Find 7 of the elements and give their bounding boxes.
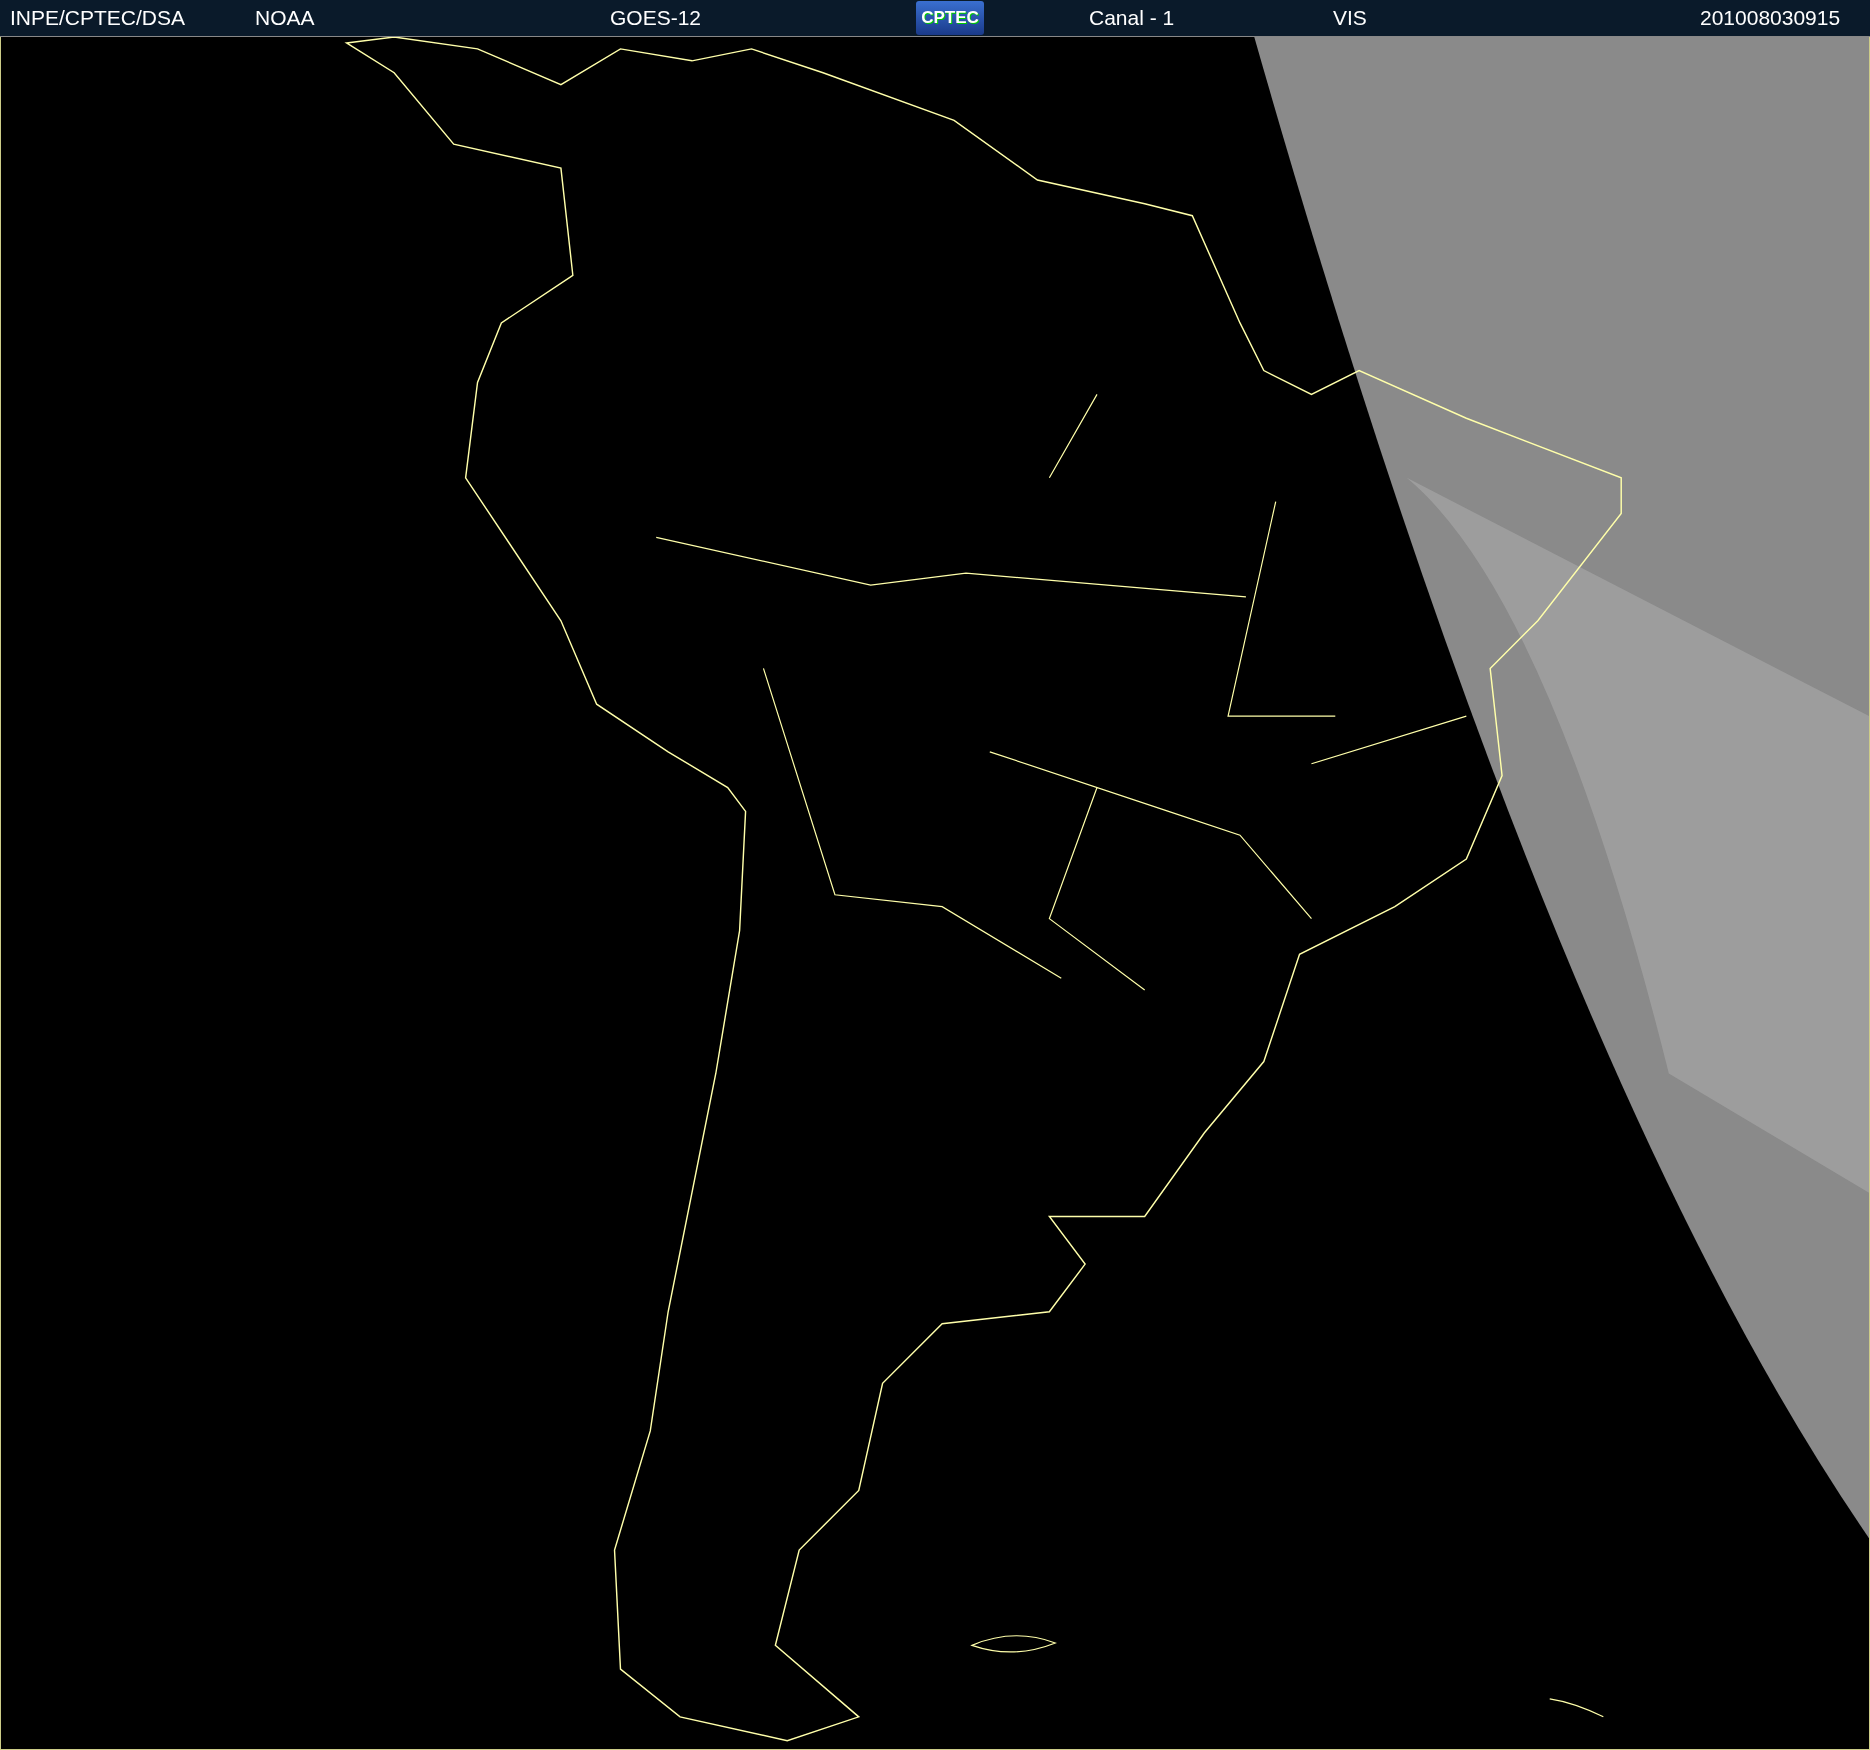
header-label: NOAA — [254, 6, 315, 30]
header-label: INPE/CPTEC/DSA — [9, 6, 186, 30]
header-label: 201008030915 — [1699, 6, 1841, 30]
header-label: Canal - 1 — [1088, 6, 1175, 30]
header-label: VIS — [1332, 6, 1367, 30]
header-label: GOES-12 — [609, 6, 702, 30]
logo: CPTEC — [916, 1, 984, 35]
